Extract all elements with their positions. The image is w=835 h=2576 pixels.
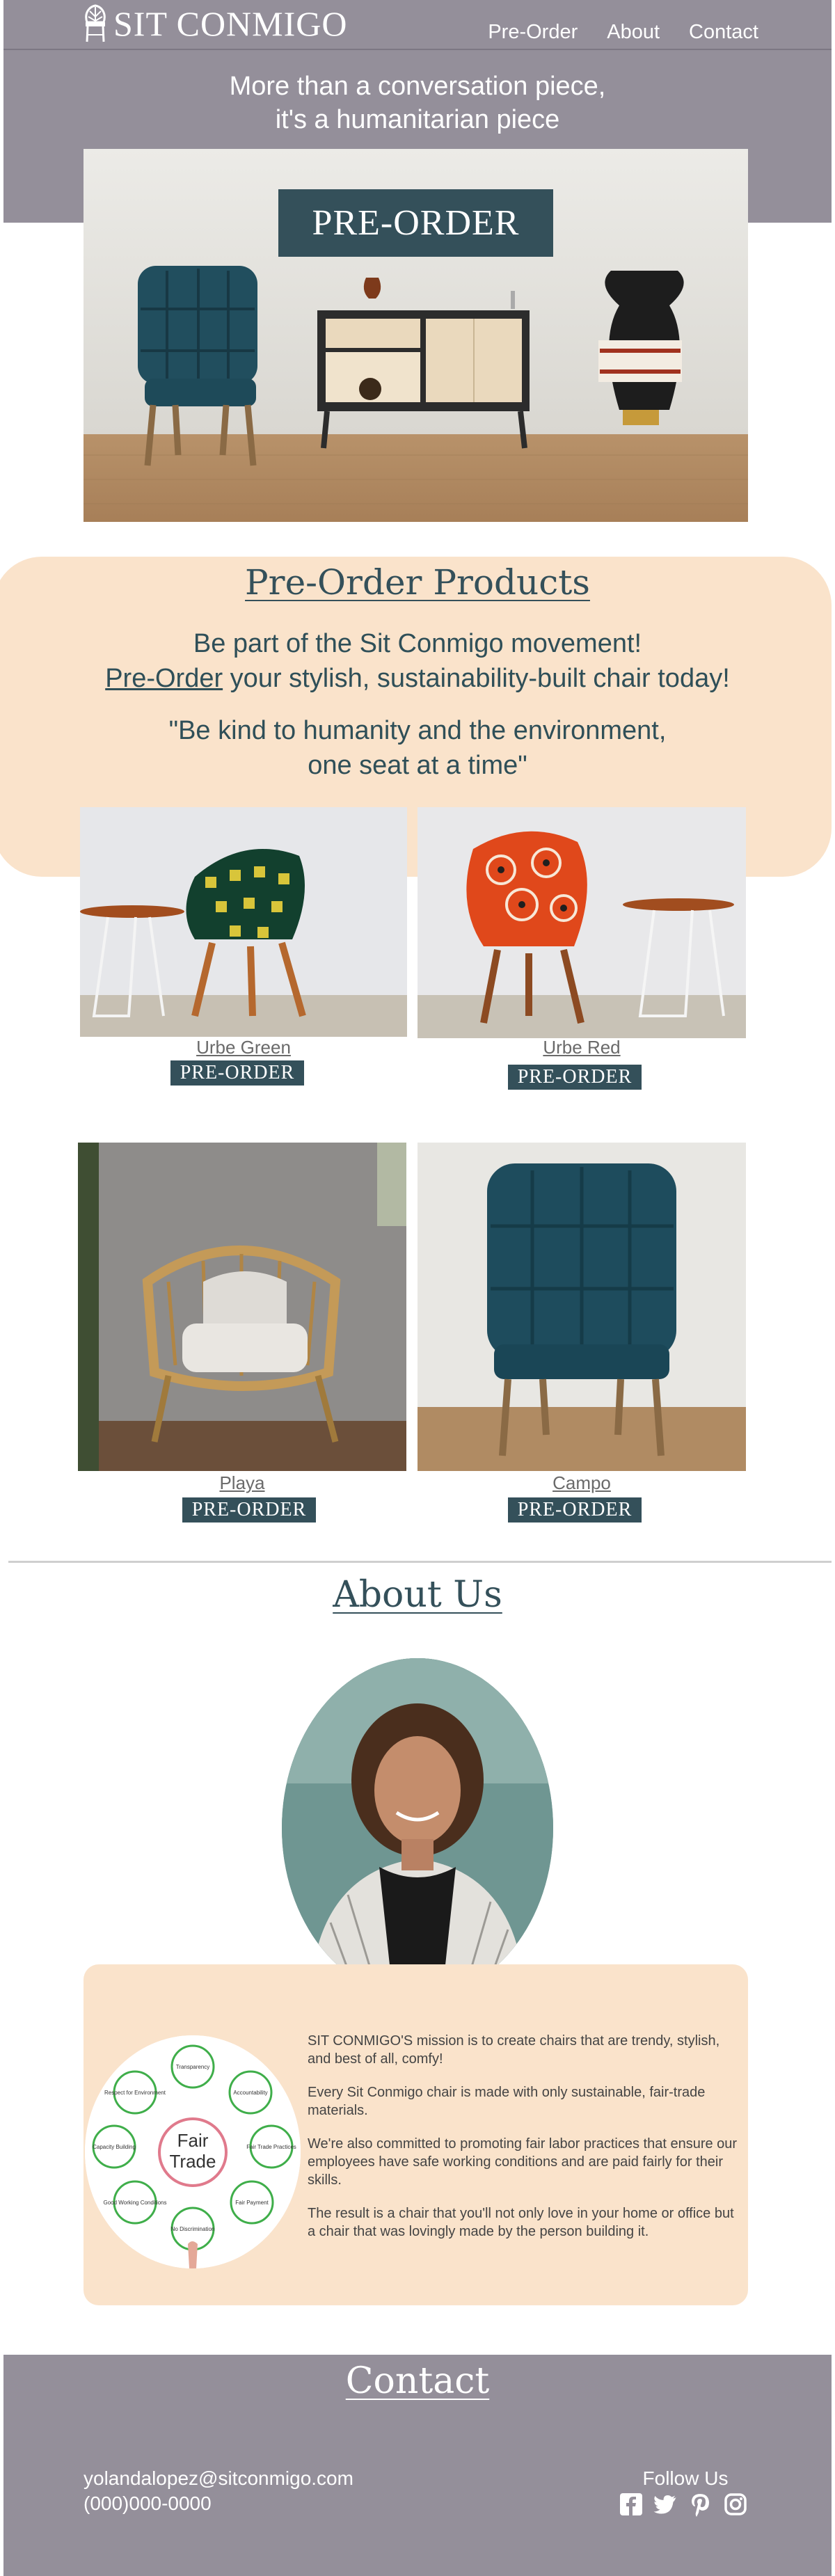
tagline-line-1: More than a conversation piece, xyxy=(229,72,606,101)
chair-logo-icon xyxy=(85,4,106,42)
facebook-icon[interactable] xyxy=(618,2491,644,2518)
pinterest-icon[interactable] xyxy=(687,2491,714,2518)
nav-about-link[interactable]: About xyxy=(607,21,660,44)
about-paragraph-2: Every Sit Conmigo chair is made with onl… xyxy=(308,2085,706,2118)
contact-phone[interactable]: (000)000-0000 xyxy=(84,2492,212,2515)
hero-image: PRE-ORDER xyxy=(84,149,748,522)
product-image-playa[interactable] xyxy=(78,1143,406,1471)
social-links xyxy=(618,2491,749,2518)
section-divider xyxy=(8,1561,832,1563)
about-paragraph-3: We're also committed to promoting fair l… xyxy=(308,2136,738,2188)
quote-line-1: "Be kind to humanity and the environment… xyxy=(168,716,667,745)
fair-trade-center-line-2: Trade xyxy=(170,2151,216,2172)
tagline-line-2: it's a humanitarian piece xyxy=(275,105,560,134)
site-logo[interactable]: SIT CONMIGO xyxy=(81,4,348,43)
product-name-urbe-red[interactable]: Urbe Red xyxy=(418,1037,746,1058)
fair-trade-graphic: Fair Trade Transparency Accountability F… xyxy=(85,2035,301,2268)
fair-trade-label-environment: Respect for Environment xyxy=(104,2090,166,2096)
fair-trade-label-payment: Fair Payment xyxy=(235,2200,269,2206)
products-quote: "Be kind to humanity and the environment… xyxy=(0,713,835,783)
founder-portrait xyxy=(282,1658,553,1998)
product-image-urbe-red[interactable] xyxy=(418,807,746,1038)
fair-trade-label-practices: Fair Trade Practices xyxy=(246,2144,296,2150)
products-subtitle-line-2: Pre-Order your stylish, sustainability-b… xyxy=(0,661,835,696)
instagram-icon[interactable] xyxy=(722,2491,749,2518)
fair-trade-label-working-conditions: Good Working Conditions xyxy=(103,2200,166,2206)
about-paragraph-1: SIT CONMIGO'S mission is to create chair… xyxy=(308,2033,720,2067)
follow-us-label: Follow Us xyxy=(642,2467,729,2489)
preorder-campo-button[interactable]: PRE-ORDER xyxy=(508,1497,642,1522)
products-subtitle-line-1: Be part of the Sit Conmigo movement! xyxy=(193,629,642,658)
logo-text: SIT CONMIGO xyxy=(113,4,348,43)
fair-trade-label-no-discrimination: No Discrimination xyxy=(171,2226,215,2232)
product-name-urbe-green[interactable]: Urbe Green xyxy=(80,1037,407,1058)
fair-trade-label-accountability: Accountability xyxy=(233,2090,267,2096)
product-image-campo[interactable] xyxy=(418,1143,746,1471)
contact-email[interactable]: yolandalopez@sitconmigo.com xyxy=(84,2467,353,2490)
preorder-playa-button[interactable]: PRE-ORDER xyxy=(182,1497,316,1522)
products-subtitle-rest: your stylish, sustainability-built chair… xyxy=(223,664,730,693)
fair-trade-label-capacity: Capacity Building xyxy=(93,2144,136,2150)
product-name-playa[interactable]: Playa xyxy=(78,1472,406,1494)
fair-trade-label-transparency: Transparency xyxy=(176,2064,210,2070)
about-mission-text: SIT CONMIGO'S mission is to create chair… xyxy=(308,2032,742,2256)
fair-trade-center-line-1: Fair xyxy=(177,2130,209,2151)
twitter-icon[interactable] xyxy=(653,2491,679,2518)
preorder-inline-link[interactable]: Pre-Order xyxy=(105,664,223,693)
nav-preorder-link[interactable]: Pre-Order xyxy=(488,21,578,44)
contact-title: Contact xyxy=(345,2360,490,2402)
hero-tagline: More than a conversation piece, it's a h… xyxy=(0,70,835,136)
main-nav: Pre-Order About Contact xyxy=(488,21,758,44)
about-title: About Us xyxy=(333,1574,502,1616)
product-name-campo[interactable]: Campo xyxy=(418,1472,746,1494)
product-image-urbe-green[interactable] xyxy=(80,807,407,1037)
products-title: Pre-Order Products xyxy=(245,562,590,603)
preorder-urbe-red-button[interactable]: PRE-ORDER xyxy=(508,1065,642,1090)
products-subtitle: Be part of the Sit Conmigo movement! Pre… xyxy=(0,626,835,696)
hero-preorder-button[interactable]: PRE-ORDER xyxy=(278,189,553,257)
quote-line-2: one seat at a time" xyxy=(308,751,527,780)
preorder-urbe-green-button[interactable]: PRE-ORDER xyxy=(170,1060,304,1086)
about-paragraph-4: The result is a chair that you'll not on… xyxy=(308,2206,734,2239)
nav-contact-link[interactable]: Contact xyxy=(689,21,758,44)
